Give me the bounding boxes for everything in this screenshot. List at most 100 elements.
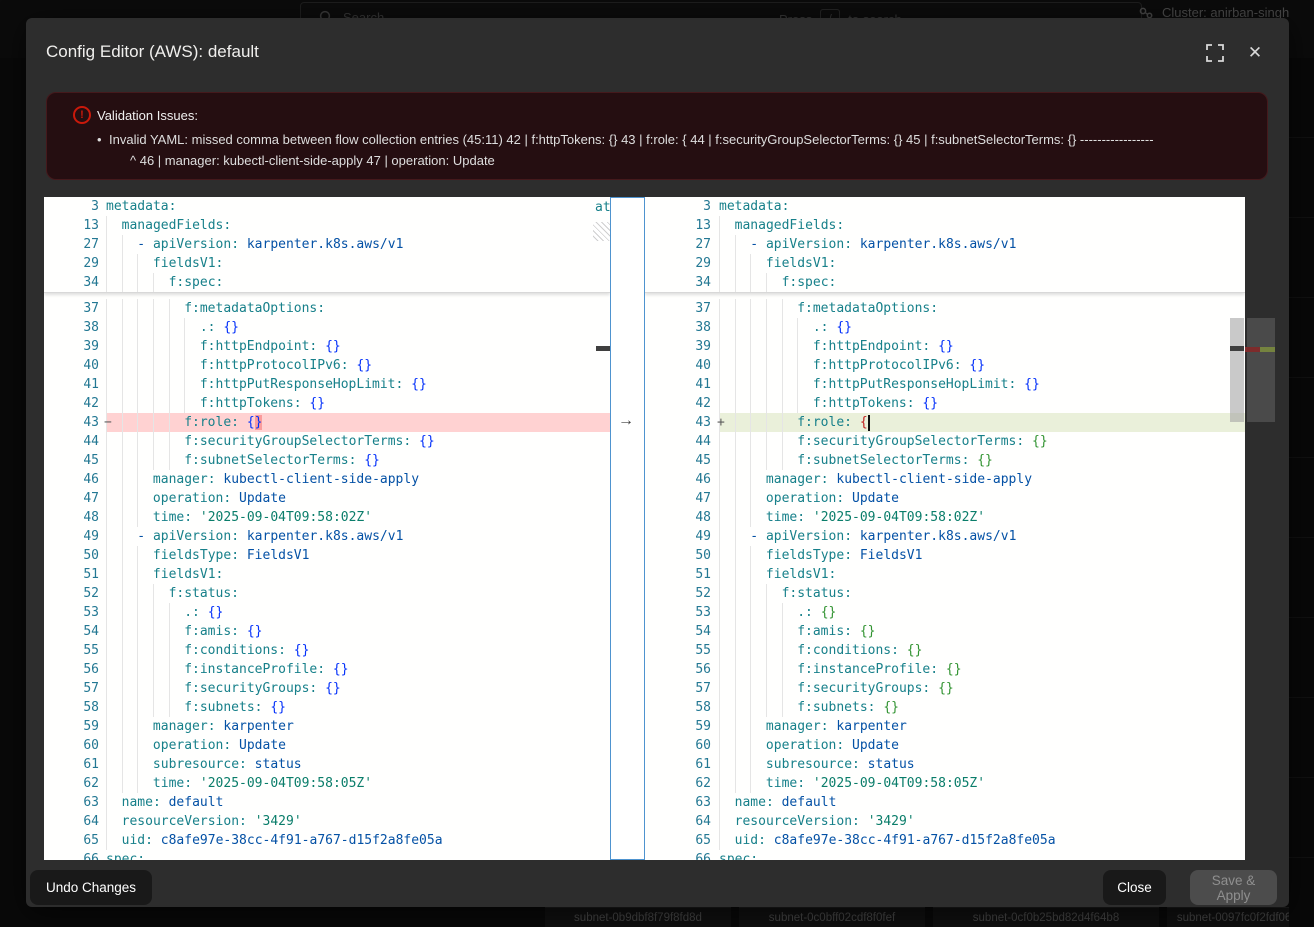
code-line[interactable]: 13managedFields: [645,216,1245,235]
code-line[interactable]: 64resourceVersion: '3429' [645,812,1245,831]
code-line[interactable]: 37f:metadataOptions: [44,299,610,318]
code-line[interactable]: 41f:httpPutResponseHopLimit: {} [44,375,610,394]
code-line[interactable]: 66spec: [645,850,1245,860]
code-line[interactable]: 61subresource: status [645,755,1245,774]
close-button[interactable]: Close [1103,870,1166,905]
code-line[interactable]: 27- apiVersion: karpenter.k8s.aws/v1 [44,235,610,254]
code-line[interactable]: 55f:conditions: {} [645,641,1245,660]
code-line[interactable]: 61subresource: status [44,755,610,774]
code-line[interactable]: 40f:httpProtocolIPv6: {} [44,356,610,375]
code-line[interactable]: 3metadata: [44,197,610,216]
code-line[interactable]: 49- apiVersion: karpenter.k8s.aws/v1 [44,527,610,546]
code-line[interactable]: 59manager: karpenter [645,717,1245,736]
code-line[interactable]: 58f:subnets: {} [645,698,1245,717]
code-line[interactable]: 52f:status: [44,584,610,603]
code-line[interactable]: 34f:spec: [645,273,1245,292]
scrollbar-mark [1230,346,1244,351]
code-line[interactable]: 39f:httpEndpoint: {} [645,337,1245,356]
line-number: 45 [645,451,719,470]
close-dialog-button[interactable]: ✕ [1246,44,1264,62]
code-line[interactable]: 39f:httpEndpoint: {} [44,337,610,356]
code-line[interactable]: 45f:subnetSelectorTerms: {} [44,451,610,470]
line-number: 48 [44,508,106,527]
code-line[interactable]: 52f:status: [645,584,1245,603]
code-line[interactable]: 42f:httpTokens: {} [645,394,1245,413]
code-line[interactable]: 37f:metadataOptions: [645,299,1245,318]
diff-gutter-sash[interactable]: → [610,197,645,860]
code-line[interactable]: 27- apiVersion: karpenter.k8s.aws/v1 [645,235,1245,254]
code-line[interactable]: 48time: '2025-09-04T09:58:02Z' [44,508,610,527]
overview-viewport-slider[interactable] [1247,318,1275,422]
code-line[interactable]: 60operation: Update [44,736,610,755]
code-line[interactable]: 66spec: [44,850,610,860]
code-line[interactable]: 41f:httpPutResponseHopLimit: {} [645,375,1245,394]
code-line[interactable]: 63name: default [645,793,1245,812]
code-line[interactable]: 50fieldsType: FieldsV1 [645,546,1245,565]
code-line[interactable]: 64resourceVersion: '3429' [44,812,610,831]
line-number: 66 [44,850,106,860]
line-number: 63 [44,793,106,812]
code-line[interactable]: 40f:httpProtocolIPv6: {} [645,356,1245,375]
code-line[interactable]: 65uid: c8afe97e-38cc-4f91-a767-d15f2a8fe… [645,831,1245,850]
code-line[interactable]: 47operation: Update [645,489,1245,508]
code-content: 37f:metadataOptions:38.: {}39f:httpEndpo… [44,293,610,860]
fullscreen-button[interactable] [1206,44,1224,62]
code-line[interactable]: 53.: {} [645,603,1245,622]
code-line[interactable]: 43+f:role: { [645,413,1245,432]
line-number: 59 [645,717,719,736]
code-line[interactable]: 29fieldsV1: [645,254,1245,273]
line-number: 47 [645,489,719,508]
code-line[interactable]: 59manager: karpenter [44,717,610,736]
line-number: 34 [645,273,719,292]
line-number: 49 [44,527,106,546]
code-line[interactable]: 50fieldsType: FieldsV1 [44,546,610,565]
code-line[interactable]: 45f:subnetSelectorTerms: {} [645,451,1245,470]
code-line[interactable]: 38.: {} [44,318,610,337]
code-line[interactable]: 3metadata: [645,197,1245,216]
save-apply-button[interactable]: Save & Apply [1190,870,1277,905]
code-line[interactable]: 47operation: Update [44,489,610,508]
line-number: 46 [44,470,106,489]
code-line[interactable]: 54f:amis: {} [645,622,1245,641]
code-line[interactable]: 38.: {} [645,318,1245,337]
code-line[interactable]: 49- apiVersion: karpenter.k8s.aws/v1 [645,527,1245,546]
revert-change-arrow-icon[interactable]: → [618,412,634,430]
code-line[interactable]: 55f:conditions: {} [44,641,610,660]
line-number: 53 [645,603,719,622]
code-line[interactable]: 62time: '2025-09-04T09:58:05Z' [44,774,610,793]
line-number: 59 [44,717,106,736]
line-number: 38 [44,318,106,337]
line-number: 45 [44,451,106,470]
code-line[interactable]: 44f:securityGroupSelectorTerms: {} [44,432,610,451]
code-line[interactable]: 44f:securityGroupSelectorTerms: {} [645,432,1245,451]
close-icon: ✕ [1248,43,1262,62]
code-line[interactable]: 60operation: Update [645,736,1245,755]
code-line[interactable]: 57f:securityGroups: {} [44,679,610,698]
overview-ruler[interactable] [1245,197,1275,860]
code-line[interactable]: 56f:instanceProfile: {} [645,660,1245,679]
code-line[interactable]: 63name: default [44,793,610,812]
code-line[interactable]: 46manager: kubectl-client-side-apply [44,470,610,489]
code-line[interactable]: 62time: '2025-09-04T09:58:05Z' [645,774,1245,793]
code-line[interactable]: 42f:httpTokens: {} [44,394,610,413]
code-line[interactable]: 34f:spec: [44,273,610,292]
code-line[interactable]: 51fieldsV1: [44,565,610,584]
code-line[interactable]: 58f:subnets: {} [44,698,610,717]
diff-original-editor[interactable]: 3metadata:13managedFields:27- apiVersion… [44,197,610,860]
code-line[interactable]: 51fieldsV1: [645,565,1245,584]
code-line[interactable]: 43−f:role: {} [44,413,610,432]
code-line[interactable]: 53.: {} [44,603,610,622]
code-line[interactable]: 29fieldsV1: [44,254,610,273]
code-line[interactable]: 56f:instanceProfile: {} [44,660,610,679]
scrollbar-thumb[interactable] [1230,318,1244,422]
code-line[interactable]: 57f:securityGroups: {} [645,679,1245,698]
code-line[interactable]: 54f:amis: {} [44,622,610,641]
undo-changes-button[interactable]: Undo Changes [30,870,152,905]
code-line[interactable]: 65uid: c8afe97e-38cc-4f91-a767-d15f2a8fe… [44,831,610,850]
code-line[interactable]: 48time: '2025-09-04T09:58:02Z' [645,508,1245,527]
line-number: 55 [645,641,719,660]
code-line[interactable]: 46manager: kubectl-client-side-apply [645,470,1245,489]
code-line[interactable]: 13managedFields: [44,216,610,235]
line-number: 51 [645,565,719,584]
diff-modified-editor[interactable]: 3metadata:13managedFields:27- apiVersion… [645,197,1245,860]
